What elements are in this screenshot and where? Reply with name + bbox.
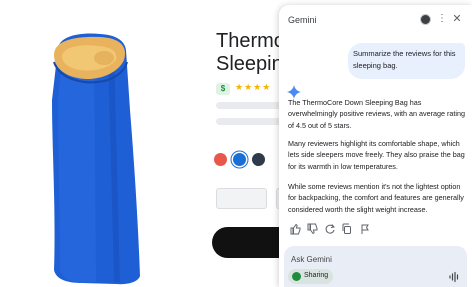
color-swatch-navy[interactable] (252, 153, 265, 166)
price-badge: $ (216, 83, 230, 95)
gemini-side-panel: Gemini ⋮ ✕ Summarize the reviews for thi… (279, 5, 472, 287)
ask-gemini-placeholder: Ask Gemini (291, 255, 332, 264)
thumbs-down-icon[interactable] (306, 223, 318, 235)
rating-stars: ★★★★ (235, 82, 272, 92)
sharing-chip[interactable]: Sharing (288, 269, 333, 284)
user-prompt-bubble: Summarize the reviews for this sleeping … (348, 43, 465, 79)
flag-icon[interactable] (359, 223, 371, 235)
response-paragraph: The ThermoCore Down Sleeping Bag has ove… (288, 98, 465, 130)
panel-title: Gemini (288, 15, 317, 25)
close-icon[interactable]: ✕ (451, 12, 463, 26)
product-title: Thermo Sleepin (216, 30, 285, 76)
voice-input-icon[interactable] (448, 271, 460, 283)
description-placeholder-line (216, 118, 282, 125)
sharing-icon (292, 272, 301, 281)
color-swatch-red[interactable] (214, 153, 227, 166)
account-avatar[interactable] (420, 14, 431, 25)
ask-gemini-input[interactable]: Ask Gemini Sharing (284, 246, 467, 287)
page: Thermo Sleepin $ ★★★★ Gemini ⋮ ✕ Summari… (0, 0, 472, 287)
sleeping-bag-illustration (52, 33, 140, 285)
sharing-label: Sharing (304, 272, 329, 279)
color-swatch-blue[interactable] (233, 153, 246, 166)
product-title-line-1: Thermo (216, 30, 285, 52)
regenerate-icon[interactable] (324, 223, 336, 235)
copy-icon[interactable] (341, 223, 353, 235)
description-placeholder-line (216, 102, 282, 109)
panel-header: Gemini ⋮ ✕ (279, 5, 472, 36)
response-paragraph: While some reviews mention it's not the … (288, 182, 464, 214)
product-title-line-2: Sleepin (216, 53, 283, 75)
thumbs-up-icon[interactable] (289, 223, 301, 235)
size-option[interactable] (216, 188, 267, 209)
more-vert-icon[interactable]: ⋮ (437, 12, 447, 26)
product-image (0, 0, 200, 287)
response-paragraph: Many reviewers highlight its comfortable… (288, 139, 465, 171)
